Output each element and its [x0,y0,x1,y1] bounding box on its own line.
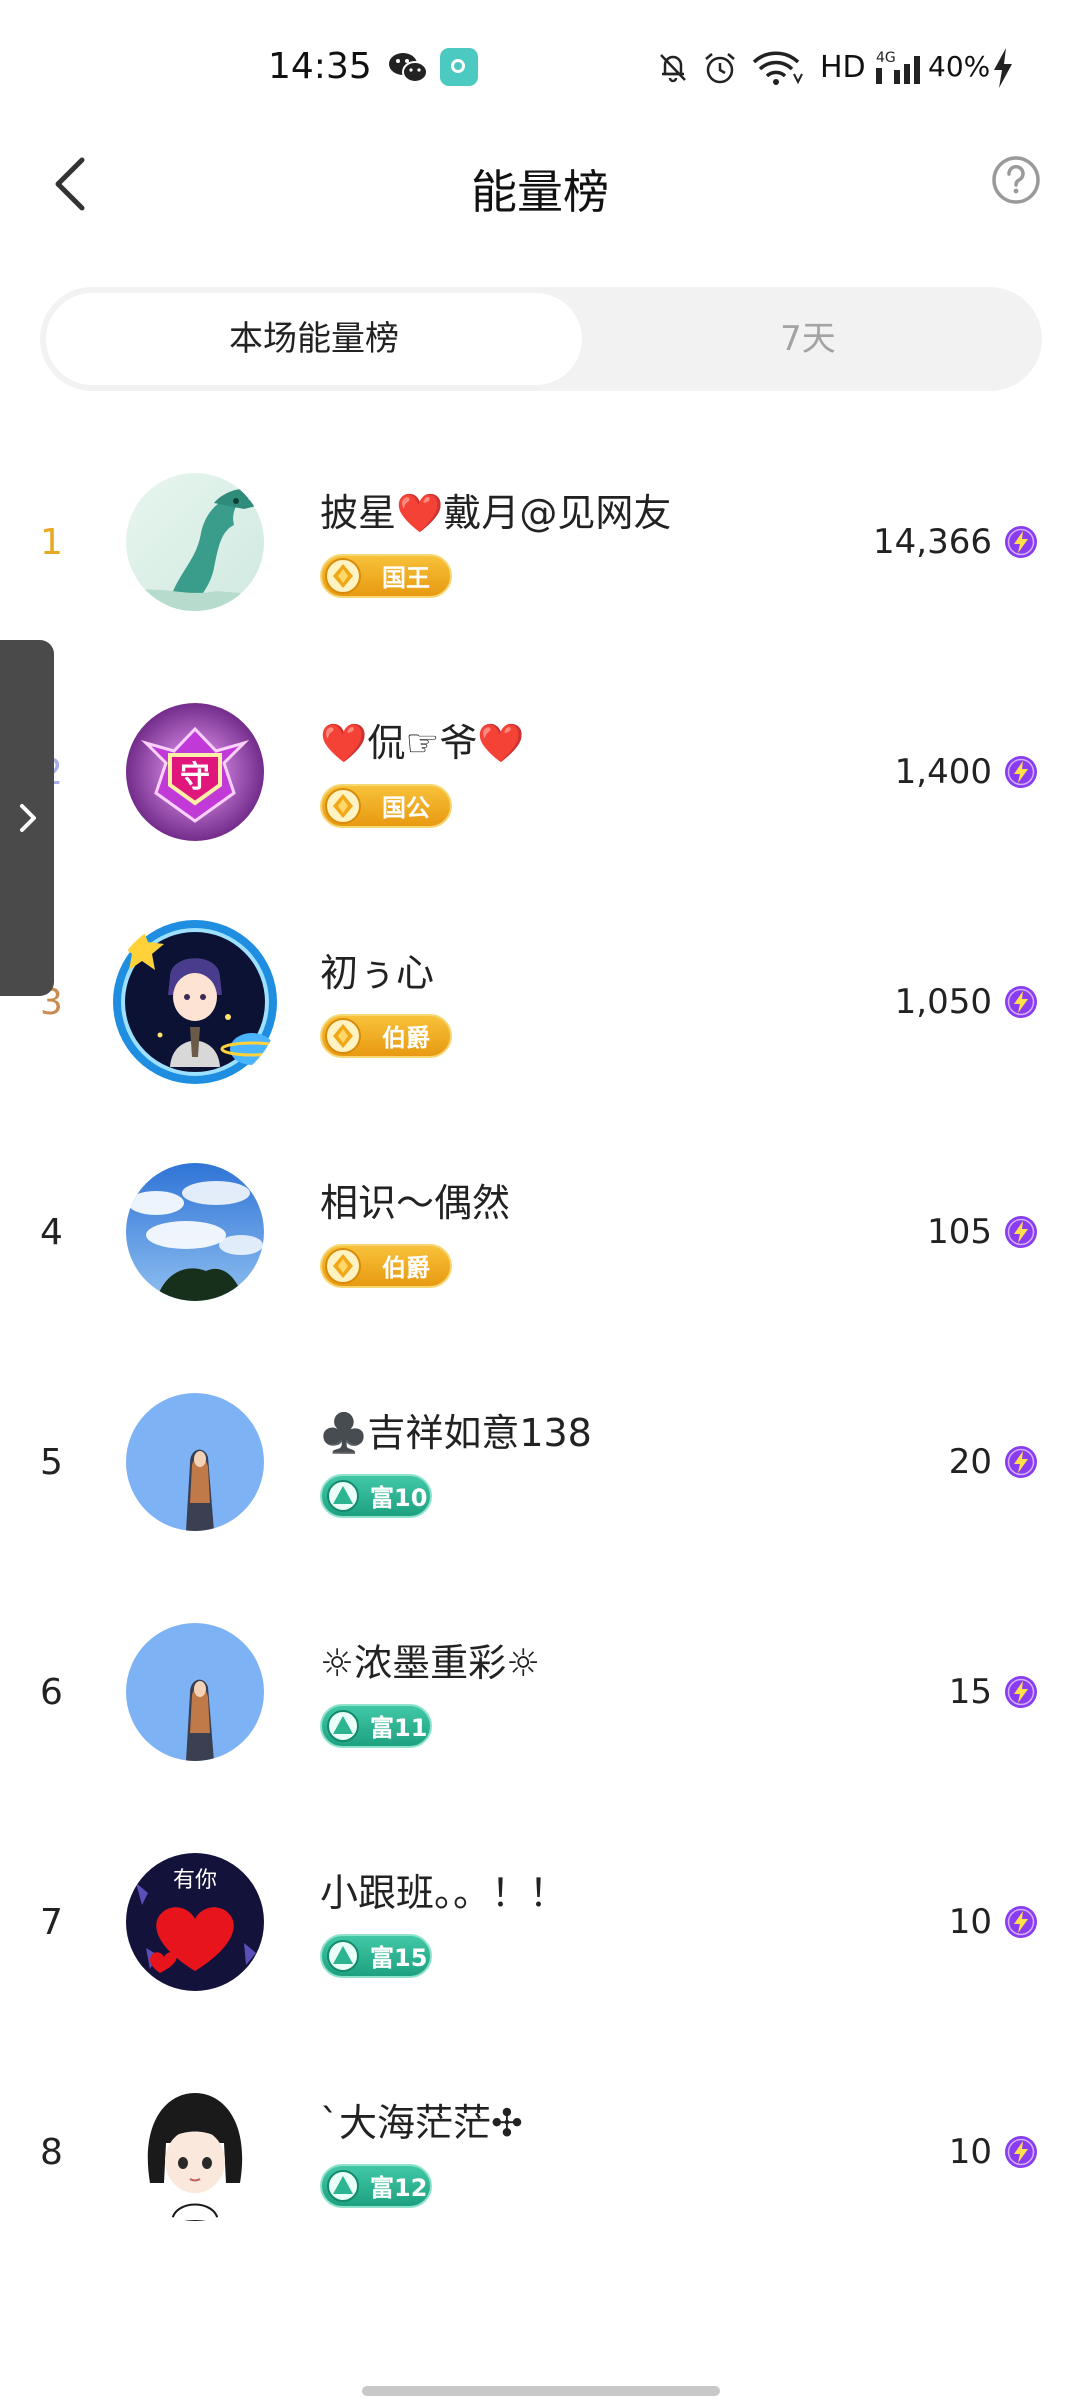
energy-score: 1,050 [894,982,992,1022]
battery-level: 40% [928,50,991,83]
side-panel-toggle[interactable] [0,640,54,996]
wealth-badge: 富15 [320,1934,432,1978]
tab-current-session[interactable]: 本场能量榜 [46,293,582,385]
rank-row[interactable]: 1 披星❤️戴月@见网友 国王 14,366 [0,430,1080,660]
user-name: 小跟班。。！！ [320,1871,568,1915]
energy-score: 20 [948,1442,992,1482]
chevron-right-icon [20,804,36,832]
energy-bolt-icon [1005,1906,1037,1938]
rank-number: 8 [40,2132,63,2173]
user-name: ♣️吉祥如意138 [320,1411,592,1455]
badge-label: 富15 [370,1944,428,1972]
rank-row[interactable]: 5 ♣️吉祥如意138 富10 20 [0,1350,1080,1580]
energy-score: 10 [948,2132,992,2172]
avatar[interactable] [126,1623,264,1761]
avatar[interactable]: 守 [126,703,264,841]
svg-text:4G: 4G [876,50,896,66]
svg-text:守: 守 [180,760,210,795]
leaderboard-tabs: 本场能量榜 7天 [40,287,1042,391]
rank-number: 1 [40,522,63,563]
network-hd-label: HD [820,50,866,85]
crown-badge-icon [325,1248,361,1284]
wealth-badge: 富12 [320,2164,432,2208]
energy-score: 15 [948,1672,992,1712]
energy-bolt-icon [1005,1676,1037,1708]
rank-number: 4 [40,1212,63,1253]
noble-badge: 国王 [320,554,452,598]
noble-badge: 伯爵 [320,1014,452,1058]
badge-label: 富12 [370,2174,428,2202]
wealth-badge: 富10 [320,1474,432,1518]
rank-row[interactable]: 8 `大海茫茫✣ 富12 10 [0,2040,1080,2270]
crown-badge-icon [325,788,361,824]
wifi-icon [752,51,803,85]
user-name: `大海茫茫✣ [320,2101,523,2145]
svg-text:有你: 有你 [173,1868,217,1893]
energy-score: 105 [927,1212,992,1252]
avatar[interactable]: 有你 [126,1853,264,1991]
rank-number: 5 [40,1442,63,1483]
crown-badge-icon [325,558,361,594]
home-indicator[interactable] [362,2386,720,2396]
energy-score: 14,366 [873,522,992,562]
badge-label: 伯爵 [382,1024,430,1052]
page-title: 能量榜 [471,165,609,219]
avatar[interactable] [126,473,264,611]
alarm-icon [705,53,735,84]
signal-icon: 4G [876,50,920,84]
badge-label: 伯爵 [382,1254,430,1282]
energy-score: 10 [948,1902,992,1942]
rank-row[interactable]: 2 守 ❤️侃☞爷❤️ 国公 1,400 [0,660,1080,890]
rank-row[interactable]: 4 相识～偶然 伯爵 105 [0,1120,1080,1350]
triangle-badge-icon [327,1940,359,1972]
status-time: 14:35 [268,46,372,87]
avatar[interactable] [110,917,280,1087]
triangle-badge-icon [327,2170,359,2202]
energy-bolt-icon [1005,526,1037,558]
charging-bolt-icon [994,48,1012,88]
energy-bolt-icon [1005,1216,1037,1248]
energy-leaderboard-screen: 14:35 HD 4G 40% 能量榜 本场能量榜 7天 1 披星❤️戴月@见网… [0,0,1080,2400]
energy-bolt-icon [1005,2136,1037,2168]
avatar[interactable] [126,1393,264,1531]
wealth-badge: 富11 [320,1704,432,1748]
noble-badge: 伯爵 [320,1244,452,1288]
avatar[interactable] [126,2083,264,2221]
rank-number: 7 [40,1902,63,1943]
header: 能量榜 [0,130,1080,240]
status-bar: 14:35 HD 4G 40% [0,0,1080,130]
user-name: 相识～偶然 [320,1181,511,1225]
mute-bell-icon [660,54,686,83]
rank-row[interactable]: 6 ☼浓墨重彩☼ 富11 15 [0,1580,1080,1810]
rank-row[interactable]: 7 有你 小跟班。。！！ 富15 10 [0,1810,1080,2040]
user-name: ☼浓墨重彩☼ [320,1641,541,1685]
energy-bolt-icon [1005,1446,1037,1478]
rank-number: 6 [40,1672,63,1713]
triangle-badge-icon [327,1710,359,1742]
noble-badge: 国公 [320,784,452,828]
user-name: 披星❤️戴月@见网友 [320,491,672,535]
avatar[interactable] [126,1163,264,1301]
question-circle-icon [992,156,1040,204]
user-name: 初ぅ心 [320,951,435,995]
crown-badge-icon [325,1018,361,1054]
app-notification-icon [440,48,478,86]
badge-label: 国王 [382,564,430,592]
user-name: ❤️侃☞爷❤️ [320,721,525,765]
badge-label: 富11 [370,1714,428,1742]
energy-score: 1,400 [894,752,992,792]
badge-label: 国公 [382,794,430,822]
wechat-icon [389,53,428,83]
tab-7-days[interactable]: 7天 [580,293,1036,385]
rank-row[interactable]: 3 初ぅ心 伯爵 1,050 [0,890,1080,1120]
triangle-badge-icon [327,1480,359,1512]
help-button[interactable] [990,154,1042,206]
energy-bolt-icon [1005,756,1037,788]
energy-bolt-icon [1005,986,1037,1018]
badge-label: 富10 [370,1484,428,1512]
